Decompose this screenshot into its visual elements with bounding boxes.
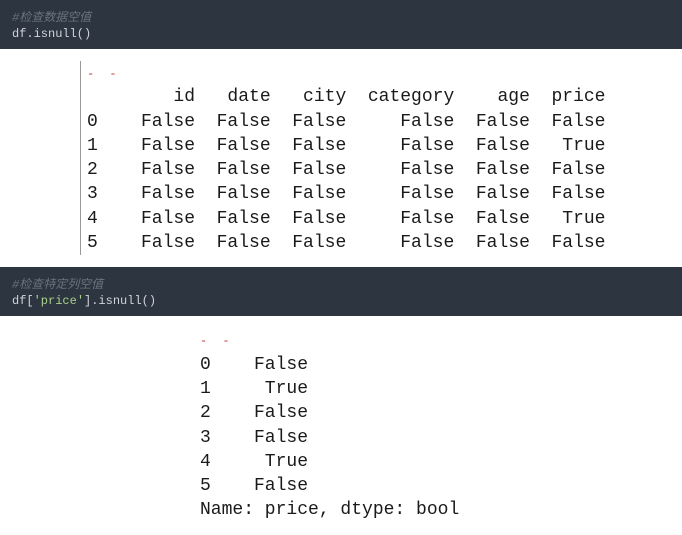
comment-2: #检查特定列空值 xyxy=(12,275,670,292)
code-line-1: df.isnull() xyxy=(12,27,670,41)
table-rows: 0 False False False False False False 1 … xyxy=(87,112,605,253)
code-cell-2: #检查特定列空值 df['price'].isnull() xyxy=(0,267,682,316)
code-cell-1: #检查数据空值 df.isnull() xyxy=(0,0,682,49)
output-block-1: - - id date city category age price 0 Fa… xyxy=(0,49,682,267)
output-block-2: - - 0 False 1 True 2 False 3 False 4 Tru… xyxy=(0,316,682,534)
comment-1: #检查数据空值 xyxy=(12,8,670,25)
series-output: - - 0 False 1 True 2 False 3 False 4 Tru… xyxy=(200,328,662,522)
code-line-2: df['price'].isnull() xyxy=(12,294,670,308)
series-footer: Name: price, dtype: bool xyxy=(200,500,459,520)
table-header-row: id date city category age price xyxy=(87,87,605,107)
dataframe-output: - - id date city category age price 0 Fa… xyxy=(80,61,662,255)
